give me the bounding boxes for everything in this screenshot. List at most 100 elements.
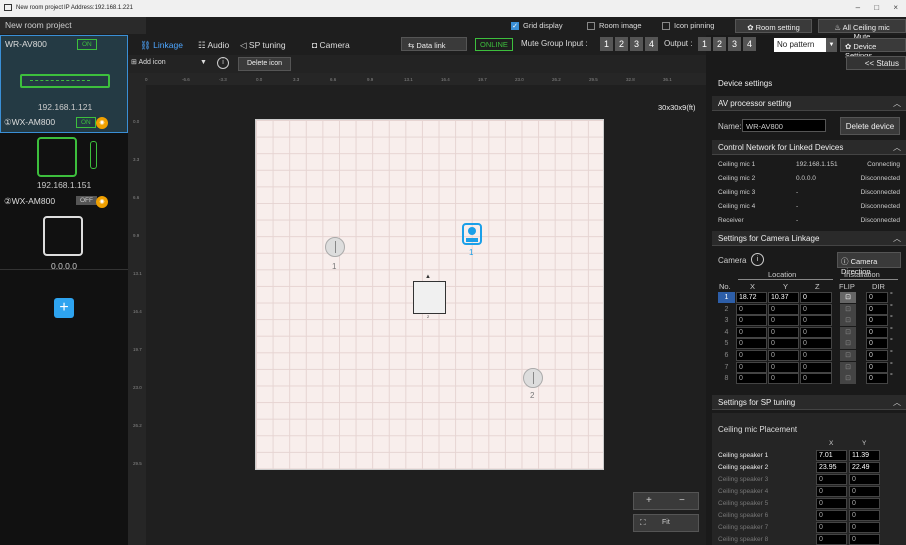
fit-button[interactable]: ⛶ Fit: [633, 514, 699, 532]
chevron-up-icon[interactable]: ︿: [893, 397, 901, 408]
speaker-y-input[interactable]: 0: [849, 510, 880, 521]
speaker-x-input[interactable]: 0: [816, 534, 847, 545]
camera-dir-input[interactable]: 0: [866, 361, 888, 373]
lock-icon[interactable]: ⊡: [840, 350, 856, 361]
speaker-x-input[interactable]: 0: [816, 498, 847, 509]
speaker-y-input[interactable]: 0: [849, 522, 880, 533]
mute-output-4[interactable]: 4: [743, 37, 756, 51]
camera-y-input[interactable]: 0: [768, 373, 799, 385]
status-toggle-button[interactable]: << Status: [846, 56, 906, 70]
camera-x-input[interactable]: 0: [736, 303, 767, 315]
tab-linkage[interactable]: ⛓ Linkage: [140, 40, 183, 51]
camera-z-input[interactable]: 0: [800, 303, 832, 315]
minimize-button[interactable]: –: [856, 3, 860, 12]
speaker-y-input[interactable]: 0: [849, 474, 880, 485]
mute-input-1[interactable]: 1: [600, 37, 613, 51]
camera-z-input[interactable]: 0: [800, 315, 832, 327]
add-icon-button[interactable]: ⊞ Add icon: [131, 58, 166, 66]
data-link-button[interactable]: ⇆ Data link: [401, 37, 467, 51]
camera-y-input[interactable]: 0: [768, 315, 799, 327]
lock-icon[interactable]: ⊡: [840, 373, 856, 385]
delete-device-button[interactable]: Delete device: [840, 117, 900, 135]
mute-input-3[interactable]: 3: [630, 37, 643, 51]
tab-camera[interactable]: ◘ Camera: [312, 40, 350, 50]
chevron-up-icon[interactable]: ︿: [893, 233, 901, 244]
zoom-out-button[interactable]: −: [679, 495, 685, 506]
project-name-field[interactable]: New room project: [0, 17, 146, 34]
speaker-x-input[interactable]: 0: [816, 474, 847, 485]
room-setting-button[interactable]: ✿ Room setting: [735, 19, 812, 33]
add-device-button[interactable]: +: [54, 298, 74, 318]
camera-z-input[interactable]: 0: [800, 338, 832, 350]
speaker-x-input[interactable]: 23.95: [816, 462, 847, 473]
lock-icon[interactable]: ⊡: [840, 292, 856, 303]
camera-x-input[interactable]: 18.72: [736, 292, 767, 303]
sp-tuning-section-header[interactable]: Settings for SP tuning: [712, 395, 906, 410]
mute-input-4[interactable]: 4: [645, 37, 658, 51]
camera-y-input[interactable]: 0: [768, 350, 799, 361]
speaker-y-input[interactable]: 0: [849, 534, 880, 545]
chevron-up-icon[interactable]: ︿: [893, 98, 901, 109]
grid-display-checkbox[interactable]: ✓ Grid display: [511, 21, 563, 31]
mute-input-2[interactable]: 2: [615, 37, 628, 51]
lock-icon[interactable]: ⊡: [840, 361, 856, 373]
info-icon[interactable]: i: [751, 253, 764, 266]
speaker-x-input[interactable]: 7.01: [816, 450, 847, 461]
info-icon[interactable]: i: [217, 57, 229, 69]
close-button[interactable]: ×: [893, 3, 898, 12]
device-card-mic1[interactable]: ①WX-AM800 ON ◉ 192.168.1.151: [0, 115, 128, 193]
tab-sp-tuning[interactable]: ◁ SP tuning: [240, 40, 286, 51]
camera-z-input[interactable]: 0: [800, 361, 832, 373]
camera-direction-button[interactable]: ⓘ Camera Direction: [837, 252, 901, 276]
ceiling-mic-marker[interactable]: [523, 368, 543, 388]
camera-z-input[interactable]: 0: [800, 373, 832, 385]
camera-dir-input[interactable]: 0: [866, 315, 888, 327]
all-ceiling-mic-mute-button[interactable]: ♨ All Ceiling mic Mute: [818, 19, 906, 41]
av-processor-section-header[interactable]: AV processor setting: [712, 96, 906, 111]
mute-output-3[interactable]: 3: [728, 37, 741, 51]
control-network-section-header[interactable]: Control Network for Linked Devices: [712, 140, 906, 155]
room-image-checkbox[interactable]: Room image: [587, 21, 642, 31]
camera-dir-input[interactable]: 0: [866, 303, 888, 315]
speaker-x-input[interactable]: 0: [816, 486, 847, 497]
lock-icon[interactable]: ⊡: [840, 315, 856, 327]
camera-x-input[interactable]: 0: [736, 361, 767, 373]
lock-icon[interactable]: ⊡: [840, 326, 856, 338]
chevron-up-icon[interactable]: ︿: [893, 142, 901, 153]
lock-icon[interactable]: ⊡: [840, 303, 856, 315]
eye-icon[interactable]: ◉: [96, 196, 108, 208]
device-card-mic2[interactable]: ②WX-AM800 OFF ◉ 0.0.0.0: [0, 194, 128, 271]
speaker-y-input[interactable]: 0: [849, 498, 880, 509]
camera-y-input[interactable]: 0: [768, 338, 799, 350]
device-settings-button[interactable]: ✿ Device Settings: [840, 38, 906, 60]
camera-z-input[interactable]: 0: [800, 326, 832, 338]
tab-audio[interactable]: ☷ Audio: [198, 40, 229, 51]
speaker-x-input[interactable]: 0: [816, 522, 847, 533]
lock-icon[interactable]: ⊡: [840, 338, 856, 350]
camera-dir-input[interactable]: 0: [866, 373, 888, 385]
camera-y-input[interactable]: 0: [768, 303, 799, 315]
camera-dir-input[interactable]: 0: [866, 326, 888, 338]
eye-icon[interactable]: ◉: [96, 117, 108, 129]
speaker-y-input[interactable]: 11.39: [849, 450, 880, 461]
camera-x-input[interactable]: 0: [736, 315, 767, 327]
processor-marker[interactable]: [413, 281, 446, 314]
camera-x-input[interactable]: 0: [736, 338, 767, 350]
speaker-y-input[interactable]: 0: [849, 486, 880, 497]
camera-y-input[interactable]: 10.37: [768, 292, 799, 303]
speaker-y-input[interactable]: 22.49: [849, 462, 880, 473]
restore-button[interactable]: □: [874, 3, 879, 12]
camera-dir-input[interactable]: 0: [866, 338, 888, 350]
camera-linkage-section-header[interactable]: Settings for Camera Linkage: [712, 231, 906, 246]
camera-marker[interactable]: [461, 222, 483, 246]
camera-z-input[interactable]: 0: [800, 292, 832, 303]
camera-dir-input[interactable]: 0: [866, 292, 888, 303]
icon-pinning-checkbox[interactable]: Icon pinning: [662, 21, 714, 31]
speaker-x-input[interactable]: 0: [816, 510, 847, 521]
device-name-input[interactable]: WR-AV800: [742, 119, 826, 132]
ceiling-mic-marker[interactable]: [325, 237, 345, 257]
pattern-select[interactable]: No pattern ▼: [774, 38, 837, 52]
camera-z-input[interactable]: 0: [800, 350, 832, 361]
camera-y-input[interactable]: 0: [768, 361, 799, 373]
camera-x-input[interactable]: 0: [736, 326, 767, 338]
